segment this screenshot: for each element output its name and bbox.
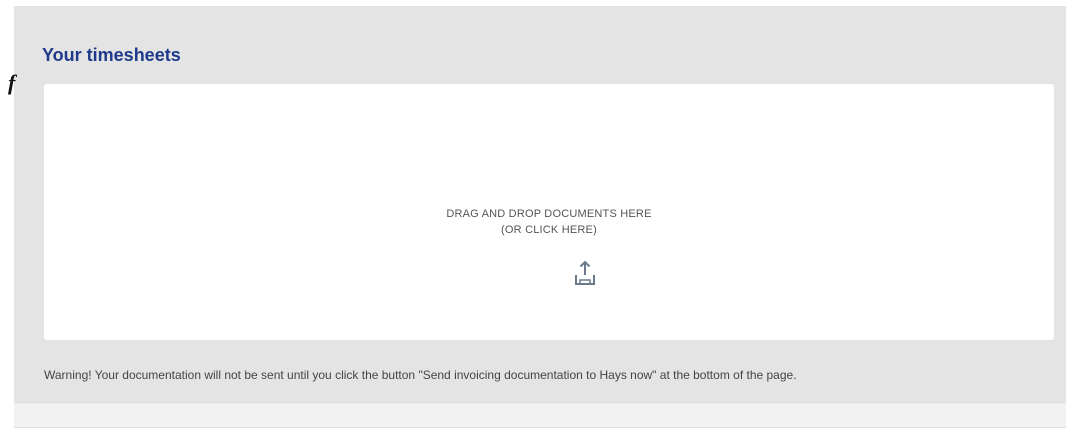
dropzone-line-click: (OR CLICK HERE): [501, 224, 597, 236]
dropzone-instructions: DRAG AND DROP DOCUMENTS HERE (OR CLICK H…: [44, 206, 1054, 238]
document-dropzone[interactable]: DRAG AND DROP DOCUMENTS HERE (OR CLICK H…: [44, 84, 1054, 340]
timesheets-page: f Your timesheets DRAG AND DROP DOCUMENT…: [0, 0, 1066, 430]
upload-icon: [575, 260, 595, 285]
stray-mark: f: [8, 70, 16, 95]
warning-message: Warning! Your documentation will not be …: [44, 368, 797, 382]
dropzone-line-drag: DRAG AND DROP DOCUMENTS HERE: [446, 208, 652, 220]
bottom-divider: [14, 402, 1066, 428]
section-title: Your timesheets: [42, 45, 181, 65]
